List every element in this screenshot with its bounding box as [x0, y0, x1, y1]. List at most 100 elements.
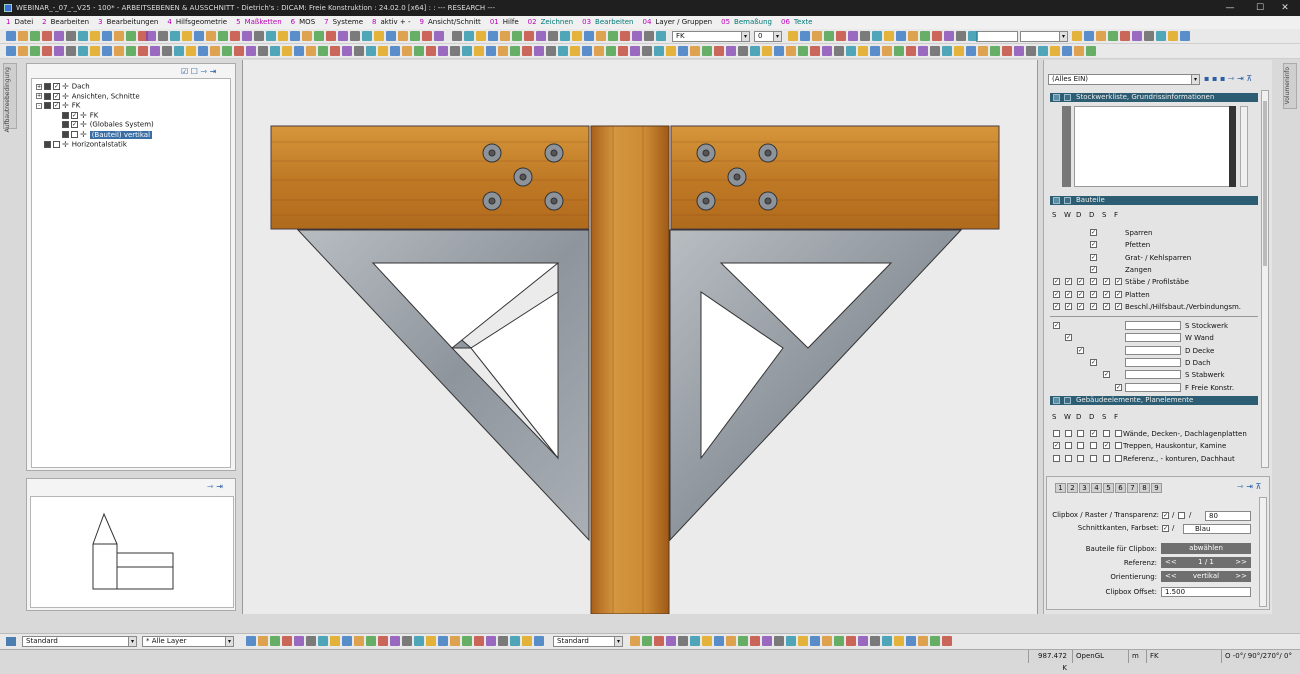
filter-checkbox[interactable] [1090, 229, 1097, 236]
filter-checkbox[interactable] [1115, 290, 1122, 298]
number-tab[interactable]: 2 [1067, 483, 1078, 493]
tool-icon[interactable] [666, 636, 676, 646]
clipbox-scrollbar[interactable] [1259, 497, 1267, 607]
tool-icon[interactable] [666, 46, 676, 56]
tool-icon[interactable] [474, 636, 484, 646]
tool-icon[interactable] [738, 636, 748, 646]
tool-icon[interactable] [1014, 46, 1024, 56]
stockwerk-scrollbar[interactable] [1240, 106, 1248, 187]
tool-icon[interactable] [546, 46, 556, 56]
style-select[interactable]: Standard ▾ [22, 636, 137, 647]
filter-checkbox[interactable] [1115, 383, 1122, 391]
filter-checkbox[interactable] [1077, 442, 1084, 450]
dock-icon[interactable]: ⇥ [1246, 482, 1253, 491]
tool-icon[interactable] [894, 636, 904, 646]
menu-item[interactable]: 06 Texte [775, 18, 815, 26]
tool-icon[interactable] [6, 46, 16, 56]
stockwerk-input[interactable] [1125, 333, 1181, 343]
dock-icon[interactable]: ⇥ [216, 482, 223, 491]
tool-icon[interactable] [942, 46, 952, 56]
filter-checkbox[interactable] [1077, 290, 1084, 298]
stockwerk-input[interactable] [1125, 321, 1181, 330]
filter-checkbox[interactable] [1077, 430, 1084, 437]
tool-icon[interactable] [246, 636, 256, 646]
tool-icon[interactable] [450, 46, 460, 56]
tool-icon[interactable] [990, 46, 1000, 56]
tool-icon[interactable] [366, 46, 376, 56]
tool-icon[interactable] [162, 46, 172, 56]
menu-item[interactable]: 4 Hilfsgeometrie [161, 18, 230, 26]
tree-item[interactable]: + ✛Ansichten, Schnitte [36, 92, 140, 101]
tree-item[interactable]: ✛FK [54, 111, 98, 120]
section-toggle-icon[interactable] [1064, 397, 1071, 404]
orientierung-next-button[interactable]: >> [1235, 571, 1247, 582]
tool-icon[interactable] [282, 636, 292, 646]
tool-icon[interactable] [596, 31, 606, 41]
filter-checkbox[interactable] [1115, 454, 1122, 462]
tool-icon[interactable] [150, 46, 160, 56]
tool-icon[interactable] [464, 31, 474, 41]
tool-icon[interactable] [398, 31, 408, 41]
filter-checkbox[interactable] [1053, 241, 1060, 248]
tool-icon[interactable] [66, 31, 76, 41]
tool-icon[interactable] [78, 46, 88, 56]
fk-select[interactable]: FK ▾ [672, 31, 750, 42]
tool-icon[interactable] [786, 636, 796, 646]
tree-item[interactable]: ✛ (Bauteil) vertikal [54, 130, 153, 139]
layer-manager-icon[interactable] [6, 637, 16, 646]
tool-icon[interactable] [302, 31, 312, 41]
tool-icon[interactable] [524, 31, 534, 41]
tool-icon[interactable] [30, 46, 40, 56]
tool-icon[interactable] [1180, 31, 1190, 41]
close-panel-icon[interactable]: ⊼ [1256, 482, 1262, 491]
tool-icon[interactable] [318, 46, 328, 56]
tool-icon[interactable] [462, 636, 472, 646]
tool-icon[interactable] [954, 46, 964, 56]
filter-checkbox[interactable] [1065, 454, 1072, 462]
tool-icon[interactable] [1072, 31, 1082, 41]
tree-checkbox[interactable] [53, 83, 60, 90]
tool-icon[interactable] [354, 636, 364, 646]
tool-icon[interactable] [126, 46, 136, 56]
tool-icon[interactable] [90, 46, 100, 56]
check-all-icon[interactable]: ☑ [181, 67, 188, 76]
tool-icon[interactable] [498, 636, 508, 646]
panel-scrollbar[interactable] [1261, 90, 1269, 468]
tree-checkbox[interactable] [53, 92, 60, 100]
tool-icon[interactable] [386, 31, 396, 41]
tool-icon[interactable] [1144, 31, 1154, 41]
tool-icon[interactable] [834, 636, 844, 646]
tool-icon[interactable] [1156, 31, 1166, 41]
number-tab[interactable]: 9 [1151, 483, 1162, 493]
tool-icon[interactable] [510, 46, 520, 56]
tool-icon[interactable] [378, 46, 388, 56]
tool-icon[interactable] [594, 46, 604, 56]
tool-icon[interactable] [18, 46, 28, 56]
tool-icon[interactable] [390, 636, 400, 646]
tool-icon[interactable] [918, 46, 928, 56]
collapse-icon[interactable]: - [36, 102, 42, 109]
tool-icon[interactable] [500, 31, 510, 41]
tool-icon[interactable] [836, 31, 846, 41]
filter-checkbox[interactable] [1115, 442, 1122, 450]
tool-icon[interactable] [54, 46, 64, 56]
tool-icon[interactable] [174, 46, 184, 56]
tool-icon[interactable] [774, 46, 784, 56]
pin-icon[interactable]: ⇾ [1228, 74, 1235, 83]
farbset-select[interactable]: Blau [1183, 524, 1251, 534]
tree-item[interactable]: ✛(Globales System) [54, 120, 154, 129]
tool-icon[interactable] [548, 31, 558, 41]
tool-icon[interactable] [558, 46, 568, 56]
menu-item[interactable]: 5 Maßketten [230, 18, 285, 26]
save-icon[interactable]: ▪ [1204, 74, 1209, 83]
tool-icon[interactable] [30, 31, 40, 41]
tab-volumeninfo[interactable]: Volumeninfo [1283, 63, 1297, 109]
tool-icon[interactable] [920, 31, 930, 41]
tool-icon[interactable] [642, 636, 652, 646]
tool-icon[interactable] [956, 31, 966, 41]
dock-icon[interactable]: ⇥ [1237, 74, 1244, 83]
stockwerk-input[interactable] [1125, 357, 1181, 367]
tool-icon[interactable] [762, 636, 772, 646]
tool-icon[interactable] [522, 46, 532, 56]
tool-icon[interactable] [882, 46, 892, 56]
